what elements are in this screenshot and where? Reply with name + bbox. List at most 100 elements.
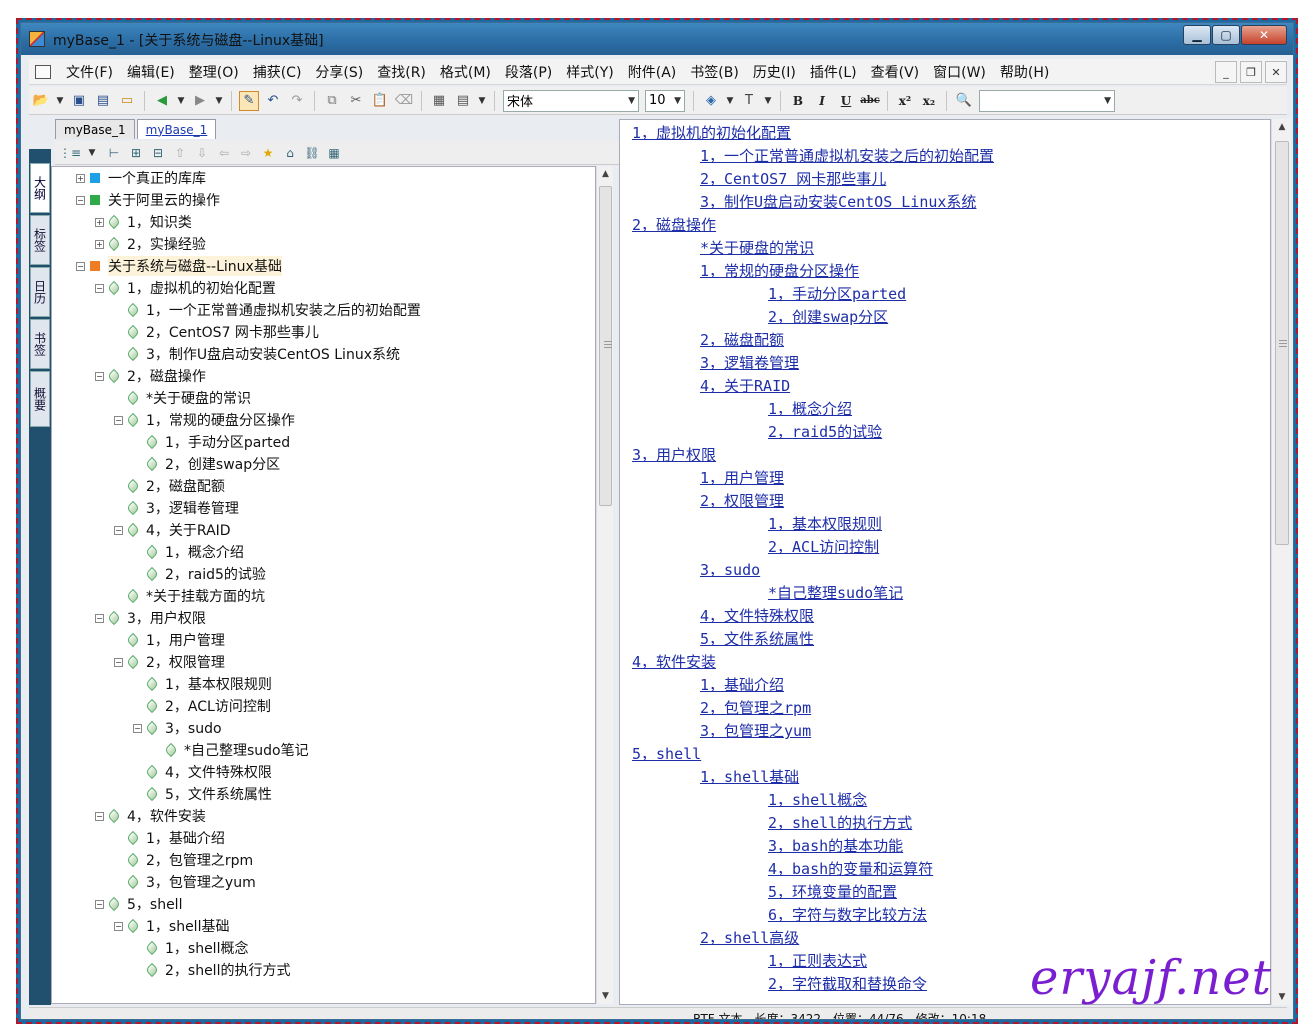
menu-style[interactable]: 样式(Y) [559,62,620,82]
tree-item[interactable]: − 1，常规的硬盘分区操作 [114,409,295,431]
outline-link[interactable]: 1，shell基础 [700,766,799,787]
new-child-icon[interactable]: ⊢ [103,144,125,162]
cut-icon[interactable]: ✂ [346,91,366,111]
tree-item[interactable]: 1，手动分区parted [133,431,290,453]
tree-item[interactable]: 1，概念介绍 [133,541,244,563]
tree-item[interactable]: 2，包管理之rpm [114,849,253,871]
tree-item[interactable]: 3，制作U盘启动安装CentOS Linux系统 [114,343,400,365]
outline-link[interactable]: 5，环境变量的配置 [768,881,897,902]
close-button[interactable]: ✕ [1241,25,1287,45]
collapse-icon[interactable]: − [95,613,104,623]
outline-link[interactable]: 2，CentOS7 网卡那些事儿 [700,168,886,189]
tree-item[interactable]: 5，文件系统属性 [133,783,272,805]
scroll-up-icon[interactable]: ▲ [597,166,614,182]
outline-link[interactable]: 2，字符截取和替换命令 [768,973,927,994]
collapse-icon[interactable]: − [114,921,123,931]
outline-link[interactable]: 3，用户权限 [632,444,716,465]
view-icon[interactable]: ▤ [453,91,473,111]
side-tab-tags[interactable]: 标签 [30,215,50,265]
layout-icon[interactable]: ▦ [429,91,449,111]
redo-icon[interactable]: ↷ [287,91,307,111]
outline-link[interactable]: 2，shell的执行方式 [768,812,912,833]
tree-item[interactable]: − 4，关于RAID [114,519,231,541]
move-up-icon[interactable]: ⇧ [169,144,191,162]
side-tab-calendar[interactable]: 日历 [30,267,50,317]
outline-link[interactable]: 4，关于RAID [700,375,790,396]
outline-link[interactable]: 4，软件安装 [632,651,716,672]
tree-item[interactable]: − 5，shell [95,893,182,915]
tree-item[interactable]: +1，知识类 [95,211,192,233]
document-menu-icon[interactable] [35,64,51,79]
outline-link[interactable]: 3，制作U盘启动安装CentOS Linux系统 [700,191,976,212]
tree-item[interactable]: 2，磁盘配额 [114,475,225,497]
outline-link[interactable]: 3，sudo [700,559,760,580]
back-icon[interactable]: ◀ [152,91,172,111]
outline-link[interactable]: 5，shell [632,743,701,764]
outline-link[interactable]: 2，权限管理 [700,490,784,511]
collapse-icon[interactable]: − [95,283,104,293]
outline-link[interactable]: 3，包管理之yum [700,720,811,741]
italic-icon[interactable]: I [812,91,832,111]
maximize-button[interactable]: ▢ [1212,25,1240,45]
tree-item[interactable]: 1，一个正常普通虚拟机安装之后的初始配置 [114,299,421,321]
outline-link[interactable]: *关于硬盘的常识 [700,237,814,258]
outline-link[interactable]: 1，概念介绍 [768,398,852,419]
outline-link[interactable]: 1，正则表达式 [768,950,867,971]
move-right-icon[interactable]: ⇨ [235,144,257,162]
minimize-button[interactable]: ▁ [1183,25,1211,45]
search-icon[interactable]: 🔍 [954,91,974,111]
mdi-restore-button[interactable]: ❐ [1240,61,1262,83]
collapse-icon[interactable]: − [114,657,123,667]
copy-icon[interactable]: ⧉ [322,91,342,111]
tree-item[interactable]: 1，用户管理 [114,629,225,651]
tree-item[interactable]: 3，包管理之yum [114,871,256,893]
bold-icon[interactable]: B [788,91,808,111]
move-left-icon[interactable]: ⇦ [213,144,235,162]
tree-item[interactable]: 2，创建swap分区 [133,453,280,475]
menu-share[interactable]: 分享(S) [308,62,370,82]
menu-edit[interactable]: 编辑(E) [120,62,182,82]
outline-link[interactable]: 1，手动分区parted [768,283,906,304]
tree-item[interactable]: 1，基础介绍 [114,827,225,849]
tag-icon[interactable]: ⌂ [279,144,301,162]
menu-organize[interactable]: 整理(O) [182,62,246,82]
collapse-icon[interactable]: − [95,899,104,909]
highlight-dropdown-icon[interactable]: ▼ [725,91,735,111]
new-item-dropdown-icon[interactable]: ▼ [81,144,103,162]
menu-plugin[interactable]: 插件(L) [803,62,864,82]
outline-link[interactable]: 2，磁盘操作 [632,214,716,235]
tab-mybase-1-active[interactable]: myBase_1 [136,119,217,139]
tree-item[interactable]: +2，实操经验 [95,233,206,255]
tree-item[interactable]: − 3，sudo [133,717,222,739]
tree-item[interactable]: − 3，用户权限 [95,607,206,629]
tree-item[interactable]: 2，ACL访问控制 [133,695,271,717]
menu-capture[interactable]: 捕获(C) [246,62,309,82]
outline-link[interactable]: 2，包管理之rpm [700,697,811,718]
font-name-select[interactable]: 宋体 ▼ [503,89,639,112]
menu-attachment[interactable]: 附件(A) [621,62,684,82]
strikethrough-icon[interactable]: abc [860,91,880,111]
collapse-icon[interactable]: − [76,261,85,271]
mdi-minimize-button[interactable]: _ [1215,61,1237,83]
tree-item[interactable]: *自己整理sudo笔记 [152,739,309,761]
open-folder-icon[interactable]: 📂 [31,91,51,111]
highlight-color-icon[interactable]: ◈ [701,91,721,111]
tree-item[interactable]: − 2，权限管理 [114,651,225,673]
menu-history[interactable]: 历史(I) [746,62,803,82]
save-all-icon[interactable]: ▤ [93,91,113,111]
move-down-icon[interactable]: ⇩ [191,144,213,162]
menu-view[interactable]: 查看(V) [864,62,927,82]
outline-link[interactable]: 2，创建swap分区 [768,306,888,327]
tab-mybase-1[interactable]: myBase_1 [55,119,135,139]
side-tab-bookmarks[interactable]: 书签 [30,319,50,369]
forward-dropdown-icon[interactable]: ▼ [214,91,224,111]
insert-icon[interactable]: ⊟ [147,144,169,162]
tree-item[interactable]: − 关于系统与磁盘--Linux基础 [76,255,282,277]
mdi-close-button[interactable]: ✕ [1265,61,1287,83]
tree-item[interactable]: *关于硬盘的常识 [114,387,251,409]
subscript-icon[interactable]: x₂ [919,91,939,111]
outline-link[interactable]: 2，磁盘配额 [700,329,784,350]
editor-scroll-down-icon[interactable]: ▼ [1272,989,1292,1005]
expand-icon[interactable]: + [76,173,85,183]
tree-item[interactable]: − 4，软件安装 [95,805,206,827]
